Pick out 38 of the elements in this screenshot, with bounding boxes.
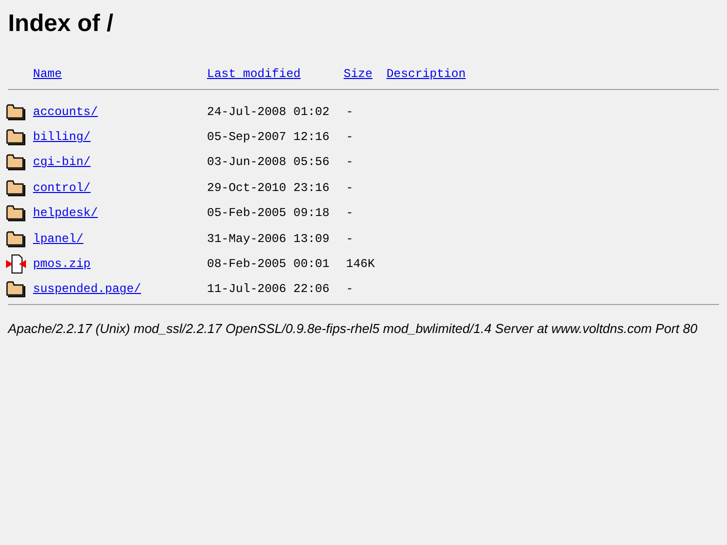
file-size: - [346, 205, 354, 222]
file-link[interactable]: control/ [33, 180, 91, 195]
modified-date: 03-Jun-2008 05:56 [207, 154, 330, 172]
modified-date: 05-Sep-2007 12:16 [207, 129, 330, 146]
folder-icon [6, 178, 26, 197]
file-size: - [346, 154, 354, 172]
file-link[interactable]: billing/ [33, 130, 91, 144]
file-size: - [346, 281, 354, 298]
file-link[interactable]: suspended.page/ [33, 282, 142, 296]
column-header-link[interactable]: Size [344, 65, 372, 83]
column-header-link[interactable]: Name [33, 65, 207, 83]
compressed-file-icon [6, 254, 26, 274]
server-signature: Apache/2.2.17 (Unix) mod_ssl/2.2.17 OpenSSL/0.9.8e-fips-rhel5 mod_bwlimited/1.4 Server at www.voltdns.com Port 80 [8, 320, 698, 338]
folder-icon [6, 153, 26, 172]
file-link[interactable]: helpdesk/ [33, 206, 98, 220]
file-size: - [346, 230, 354, 248]
column-header-link[interactable]: Last modified [207, 65, 301, 83]
folder-icon [6, 280, 26, 298]
column-header-link[interactable]: Description [386, 65, 466, 83]
file-link[interactable]: pmos.zip [33, 257, 91, 272]
modified-date: 24-Jul-2008 01:02 [207, 104, 330, 121]
folder-icon [6, 204, 26, 222]
modified-date: 31-May-2006 13:09 [207, 230, 330, 248]
modified-date: 11-Jul-2006 22:06 [207, 281, 330, 298]
file-link[interactable]: accounts/ [33, 104, 98, 119]
file-size: - [346, 180, 354, 197]
modified-date: 05-Feb-2005 09:18 [207, 205, 330, 222]
file-link[interactable]: cgi-bin/ [33, 155, 91, 170]
modified-date: 08-Feb-2005 00:01 [207, 256, 330, 274]
page-title: Index of / [8, 9, 114, 36]
folder-icon [6, 230, 26, 248]
modified-date: 29-Oct-2010 23:16 [207, 180, 330, 197]
file-link[interactable]: lpanel/ [33, 232, 84, 246]
file-size: - [346, 104, 354, 121]
file-size: - [346, 129, 354, 146]
file-size: 146K [346, 256, 375, 274]
folder-icon [6, 128, 26, 146]
folder-icon [6, 102, 26, 121]
